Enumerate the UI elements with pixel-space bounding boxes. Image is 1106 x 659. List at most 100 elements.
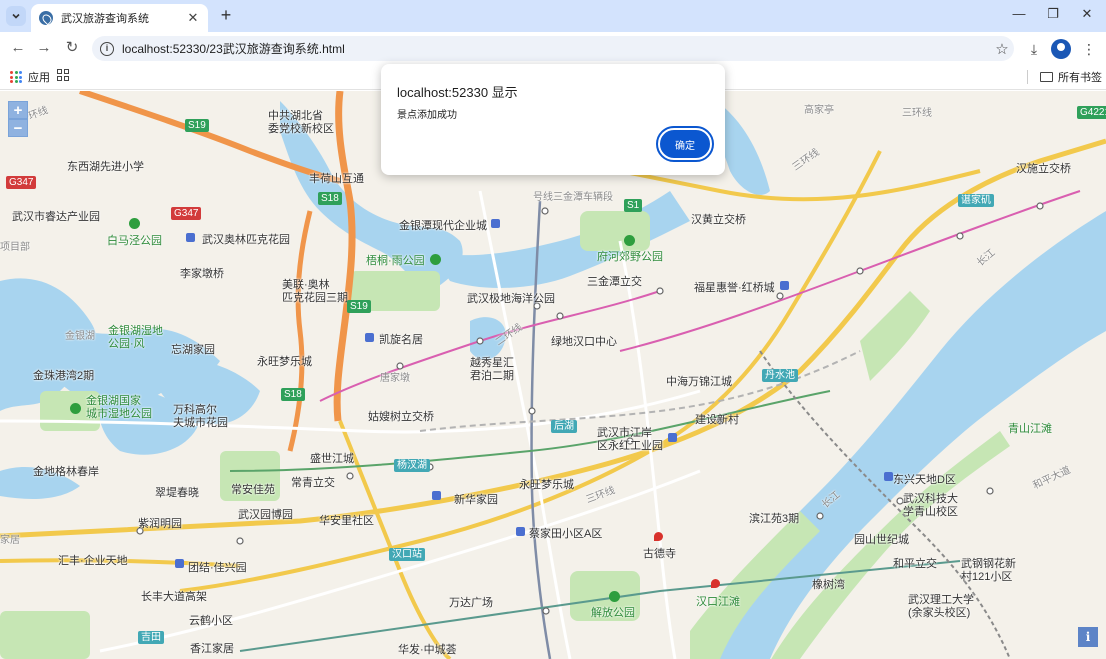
park-marker-icon[interactable] bbox=[430, 254, 441, 265]
building-marker-icon[interactable] bbox=[186, 233, 195, 242]
map-label[interactable]: 中共湖北省 委党校新校区 bbox=[268, 110, 334, 136]
tab-search-button[interactable] bbox=[6, 6, 26, 26]
map-label[interactable]: 金银湖国家 城市湿地公园 bbox=[86, 395, 152, 421]
map-label[interactable]: 忘湖家园 bbox=[171, 341, 215, 357]
map-label[interactable]: 蔡家田小区A区 bbox=[529, 525, 602, 541]
map-label[interactable]: 姑嫂树立交桥 bbox=[368, 408, 434, 424]
map-label[interactable]: 武汉科技大 学青山校区 bbox=[903, 493, 958, 519]
map-label[interactable]: 和平立交 bbox=[893, 555, 937, 571]
download-icon[interactable]: ⤓ bbox=[1023, 38, 1045, 60]
map-label[interactable]: 长丰大道高架 bbox=[141, 588, 207, 604]
building-marker-icon[interactable] bbox=[365, 333, 374, 342]
map-label[interactable]: 金银潭现代企业城 bbox=[399, 217, 487, 233]
map-label[interactable]: 武汉理工大学 (余家头校区) bbox=[908, 594, 974, 620]
bookmark-star-icon[interactable]: ☆ bbox=[990, 40, 1014, 58]
map-label[interactable]: 紫润明园 bbox=[138, 515, 182, 531]
profile-button[interactable] bbox=[1051, 38, 1073, 60]
close-window-icon[interactable]: ✕ bbox=[1072, 6, 1102, 26]
station-badge[interactable]: 后湖 bbox=[551, 420, 577, 433]
map-label[interactable]: 福星惠誉·红桥城 bbox=[694, 279, 775, 295]
park-marker-icon[interactable] bbox=[609, 591, 620, 602]
map-label[interactable]: 汇丰·企业天地 bbox=[58, 552, 128, 568]
map-label[interactable]: 解放公园 bbox=[591, 604, 635, 620]
site-info-icon[interactable]: i bbox=[100, 41, 114, 56]
map-label[interactable]: 美联·奥林 匹克花园三期 bbox=[282, 279, 348, 305]
map-label[interactable]: 武钢钢花新 村121小区 bbox=[961, 558, 1016, 584]
station-badge[interactable]: 吉田 bbox=[138, 631, 164, 644]
map-label[interactable]: 永旺梦乐城 bbox=[257, 353, 312, 369]
url-text[interactable]: localhost:52330/23武汉旅游查询系统.html bbox=[122, 40, 990, 57]
map-label[interactable]: 汉黄立交桥 bbox=[691, 211, 746, 227]
map-label[interactable]: 园山世纪城 bbox=[854, 531, 909, 547]
map-label[interactable]: 东兴天地D区 bbox=[893, 471, 956, 487]
building-marker-icon[interactable] bbox=[491, 219, 500, 228]
new-tab-button[interactable]: + bbox=[216, 6, 236, 26]
map-label[interactable]: 万科高尔 夫城市花园 bbox=[173, 404, 228, 430]
building-marker-icon[interactable] bbox=[175, 559, 184, 568]
landmark-marker-icon[interactable] bbox=[711, 579, 720, 588]
reload-icon[interactable]: ↻ bbox=[62, 38, 82, 58]
map-label[interactable]: 武汉市睿达产业园 bbox=[12, 208, 100, 224]
tab-active[interactable]: 武汉旅游查询系统 ✕ bbox=[31, 4, 208, 32]
map-label[interactable]: 东西湖先进小学 bbox=[67, 158, 144, 174]
park-marker-icon[interactable] bbox=[70, 403, 81, 414]
map-label[interactable]: 华安里社区 bbox=[319, 512, 374, 528]
map-label[interactable]: 云鹤小区 bbox=[189, 612, 233, 628]
map-label[interactable]: 新华家园 bbox=[454, 491, 498, 507]
map-label[interactable]: 滨江苑3期 bbox=[749, 510, 799, 526]
tab-groups-button[interactable] bbox=[57, 69, 69, 81]
forward-icon[interactable]: → bbox=[34, 38, 54, 58]
map-label[interactable]: 武汉市江岸 区永红工业园 bbox=[597, 427, 663, 453]
map-label[interactable]: 武汉奥林匹克花园 bbox=[202, 231, 290, 247]
map-label[interactable]: 香江家居 bbox=[190, 640, 234, 656]
station-badge[interactable]: 汉口站 bbox=[389, 548, 425, 561]
map-info-button[interactable]: i bbox=[1078, 627, 1098, 647]
map-label[interactable]: 团结·佳兴园 bbox=[188, 559, 247, 575]
map-label[interactable]: 万达广场 bbox=[449, 594, 493, 610]
map-label[interactable]: 武汉园博园 bbox=[238, 506, 293, 522]
map-label[interactable]: 白马泾公园 bbox=[107, 232, 162, 248]
zoom-in-button[interactable]: + bbox=[8, 101, 28, 119]
park-marker-icon[interactable] bbox=[129, 218, 140, 229]
station-badge[interactable]: 谌家矶 bbox=[958, 194, 994, 207]
map-label[interactable]: 建设新村 bbox=[695, 411, 739, 427]
station-badge[interactable]: 丹水池 bbox=[762, 369, 798, 382]
address-bar[interactable]: i localhost:52330/23武汉旅游查询系统.html ☆ bbox=[92, 36, 1014, 61]
map-label[interactable]: 青山江滩 bbox=[1008, 420, 1052, 436]
map-label[interactable]: 汉口江滩 bbox=[696, 593, 740, 609]
park-marker-icon[interactable] bbox=[624, 235, 635, 246]
map-label[interactable]: 盛世江城 bbox=[310, 450, 354, 466]
map-label[interactable]: 金银湖湿地 公园·风 bbox=[108, 325, 163, 351]
map-label[interactable]: 常安佳苑 bbox=[231, 481, 275, 497]
map-label[interactable]: 橡树湾 bbox=[812, 576, 845, 592]
apps-bookmark[interactable]: 应用 bbox=[10, 69, 50, 85]
building-marker-icon[interactable] bbox=[780, 281, 789, 290]
map-label[interactable]: 凯旋名居 bbox=[379, 331, 423, 347]
map-label[interactable]: 常青立交 bbox=[291, 474, 335, 490]
menu-icon[interactable]: ⋮ bbox=[1078, 38, 1100, 60]
map-label[interactable]: 翠堤春晓 bbox=[155, 484, 199, 500]
zoom-out-button[interactable]: − bbox=[8, 119, 28, 137]
map-label[interactable]: 李家墩桥 bbox=[180, 265, 224, 281]
map-label[interactable]: 汉施立交桥 bbox=[1016, 160, 1071, 176]
map-label[interactable]: 武汉极地海洋公园 bbox=[467, 290, 555, 306]
restore-icon[interactable]: ❐ bbox=[1038, 6, 1068, 26]
map-label[interactable]: 永旺梦乐城 bbox=[519, 476, 574, 492]
minimize-icon[interactable]: — bbox=[1004, 6, 1034, 26]
map-label[interactable]: 府河郊野公园 bbox=[597, 248, 663, 264]
map-view[interactable]: 东西湖先进小学 武汉市睿达产业园 白马泾公园 武汉奥林匹克花园 李家墩桥 美联·… bbox=[0, 91, 1106, 659]
all-bookmarks-button[interactable]: 所有书签 bbox=[1040, 69, 1102, 85]
dialog-ok-button[interactable]: 确定 bbox=[656, 126, 714, 162]
building-marker-icon[interactable] bbox=[516, 527, 525, 536]
building-marker-icon[interactable] bbox=[884, 472, 893, 481]
close-tab-icon[interactable]: ✕ bbox=[186, 10, 200, 26]
map-label[interactable]: 金地格林春岸 bbox=[33, 463, 99, 479]
back-icon[interactable]: ← bbox=[8, 38, 28, 58]
building-marker-icon[interactable] bbox=[432, 491, 441, 500]
station-badge[interactable]: 杨汊湖 bbox=[394, 459, 430, 472]
building-marker-icon[interactable] bbox=[668, 433, 677, 442]
map-label[interactable]: 梧桐·雨公园 bbox=[366, 252, 425, 268]
map-label[interactable]: 丰荷山互通 bbox=[309, 170, 364, 186]
map-label[interactable]: 金珠港湾2期 bbox=[33, 367, 94, 383]
map-label[interactable]: 古德寺 bbox=[643, 545, 676, 561]
